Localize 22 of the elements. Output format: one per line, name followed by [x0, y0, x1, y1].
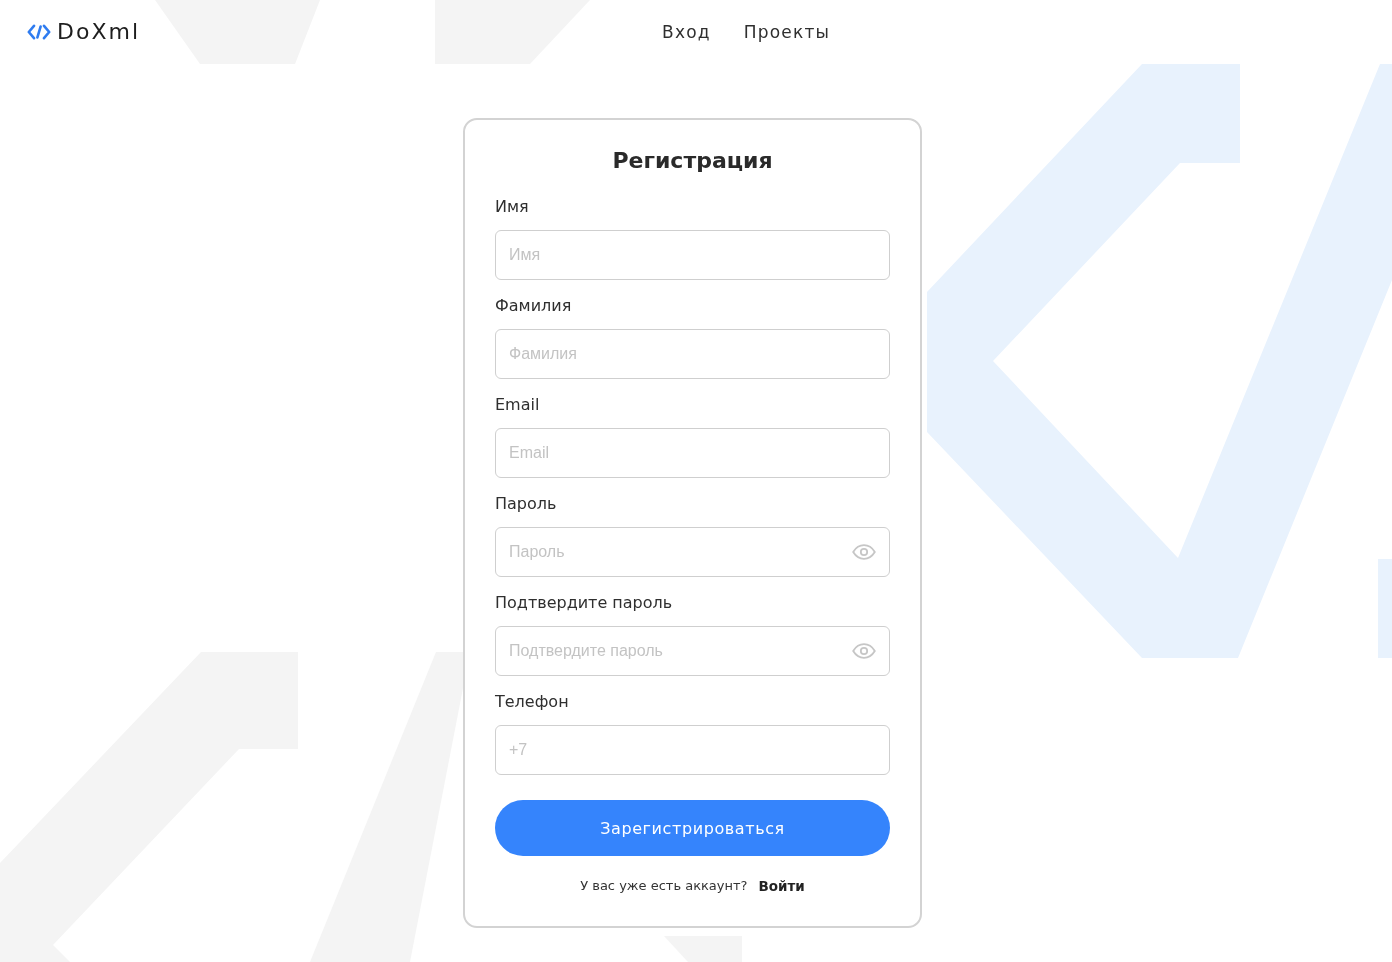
register-button[interactable]: Зарегистрироваться — [495, 800, 890, 856]
nav-link[interactable]: Вход — [662, 21, 711, 43]
eye-icon[interactable] — [852, 544, 876, 560]
form-title: Регистрация — [611, 147, 774, 175]
input-field[interactable]: +7 — [495, 725, 890, 775]
input-field[interactable]: Подтвердите пароль — [495, 626, 890, 676]
input-field[interactable]: Пароль — [495, 527, 890, 577]
field-label: Имя — [495, 196, 529, 218]
login-link[interactable]: Войти — [758, 877, 805, 895]
input-field[interactable]: Email — [495, 428, 890, 478]
field-label: Пароль — [495, 493, 557, 515]
nav-link[interactable]: Проекты — [743, 21, 831, 43]
input-field[interactable]: Имя — [495, 230, 890, 280]
field-label: Фамилия — [495, 295, 572, 317]
input-field[interactable]: Фамилия — [495, 329, 890, 379]
account-prompt: У вас уже есть аккаунт? — [580, 877, 748, 895]
field-label: Телефон — [495, 691, 569, 713]
code-brackets-icon — [27, 24, 51, 40]
logo-text: DoXml — [57, 20, 140, 44]
field-label: Подтвердите пароль — [495, 592, 673, 614]
field-label: Email — [495, 394, 540, 416]
eye-icon[interactable] — [852, 643, 876, 659]
